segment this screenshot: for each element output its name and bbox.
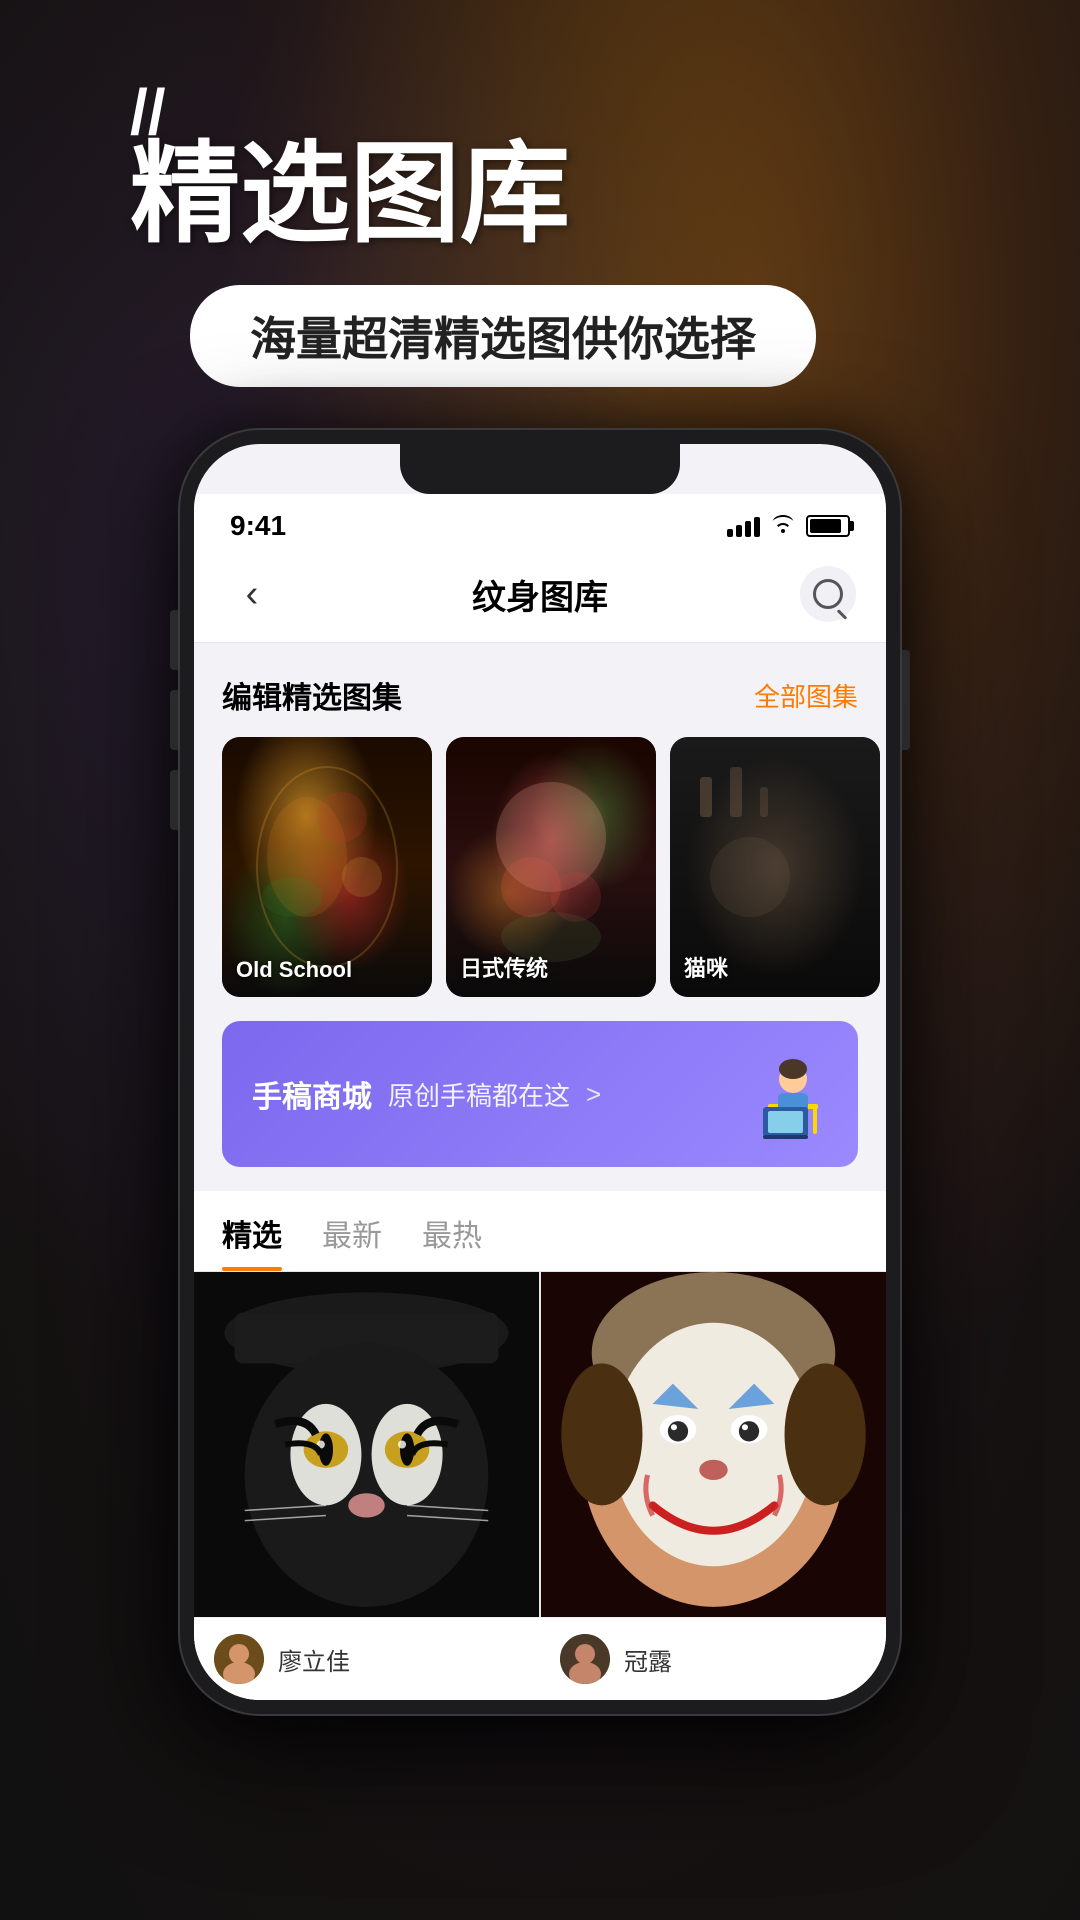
signal-icon bbox=[727, 515, 760, 537]
battery-icon bbox=[806, 515, 850, 537]
subtitle-pill: 海量超清精选图供你选择 bbox=[190, 285, 816, 387]
page-header-title: 精选图库 bbox=[130, 134, 1080, 255]
image-grid bbox=[194, 1272, 886, 1617]
grid-item-tiger[interactable] bbox=[194, 1272, 539, 1617]
battery-fill bbox=[810, 519, 841, 533]
author-avatar-icon-1 bbox=[214, 1634, 264, 1684]
nav-title: 纹身图库 bbox=[472, 570, 608, 619]
author-item-2[interactable]: 冠露 bbox=[540, 1617, 886, 1700]
back-chevron-icon: ‹ bbox=[246, 575, 259, 613]
status-bar: 9:41 bbox=[194, 494, 886, 550]
person-illustration-icon bbox=[708, 1049, 828, 1139]
tabs-row: 精选 最新 最热 bbox=[194, 1191, 886, 1272]
back-button[interactable]: ‹ bbox=[224, 566, 280, 622]
phone-inner: 9:41 bbox=[194, 444, 886, 1700]
author-name-2: 冠露 bbox=[624, 1642, 672, 1677]
grid-item-joker[interactable] bbox=[541, 1272, 886, 1617]
main-content: 编辑精选图集 全部图集 bbox=[194, 643, 886, 1700]
search-icon bbox=[813, 579, 843, 609]
all-collections-link[interactable]: 全部图集 bbox=[754, 677, 858, 714]
author-item-1[interactable]: 廖立佳 bbox=[194, 1617, 540, 1700]
author-avatar-1 bbox=[214, 1634, 264, 1684]
gallery-item-cat[interactable]: 猫咪 bbox=[670, 737, 880, 997]
author-avatar-2 bbox=[560, 1634, 610, 1684]
section-title: 编辑精选图集 bbox=[222, 673, 402, 717]
tabs-container: 精选 最新 最热 bbox=[194, 1191, 886, 1272]
phone-notch bbox=[400, 444, 680, 494]
signal-bar-2 bbox=[736, 525, 742, 537]
gallery-row: Old School 日式传统 bbox=[194, 737, 886, 997]
nav-bar: ‹ 纹身图库 bbox=[194, 550, 886, 643]
signal-bar-4 bbox=[754, 517, 760, 537]
banner-title: 手稿商城 bbox=[252, 1072, 372, 1116]
banner-illustration bbox=[708, 1049, 828, 1139]
wifi-icon bbox=[770, 513, 796, 539]
subtitle-text: 海量超清精选图供你选择 bbox=[250, 313, 756, 365]
tab-latest[interactable]: 最新 bbox=[322, 1191, 382, 1271]
author-row: 廖立佳 冠露 bbox=[194, 1617, 886, 1700]
search-button[interactable] bbox=[800, 566, 856, 622]
author-name-1: 廖立佳 bbox=[278, 1642, 350, 1677]
status-icons bbox=[727, 513, 850, 539]
author-avatar-icon-2 bbox=[560, 1634, 610, 1684]
signal-bar-3 bbox=[745, 521, 751, 537]
status-time: 9:41 bbox=[230, 510, 286, 542]
tiger-illustration-icon bbox=[194, 1272, 539, 1617]
tab-featured[interactable]: 精选 bbox=[222, 1191, 282, 1271]
gallery-item-old-school[interactable]: Old School bbox=[222, 737, 432, 997]
gallery-label-2: 日式传统 bbox=[460, 951, 548, 983]
manuscript-banner[interactable]: 手稿商城 原创手稿都在这 > bbox=[222, 1021, 858, 1167]
page-header: // 精选图库 海量超清精选图供你选择 bbox=[0, 80, 1080, 387]
banner-arrow-icon: > bbox=[586, 1079, 601, 1110]
joker-illustration-icon bbox=[541, 1272, 886, 1617]
gallery-label-3: 猫咪 bbox=[684, 951, 728, 983]
gallery-label-1: Old School bbox=[236, 957, 352, 983]
editor-picks-header: 编辑精选图集 全部图集 bbox=[194, 673, 886, 737]
phone-outer: 9:41 bbox=[180, 430, 900, 1714]
banner-subtitle: 原创手稿都在这 bbox=[388, 1076, 570, 1113]
tab-hottest[interactable]: 最热 bbox=[422, 1191, 482, 1271]
phone-mockup: 9:41 bbox=[180, 430, 900, 1714]
signal-bar-1 bbox=[727, 529, 733, 537]
gallery-item-japanese[interactable]: 日式传统 bbox=[446, 737, 656, 997]
banner-text: 手稿商城 原创手稿都在这 > bbox=[252, 1072, 601, 1116]
